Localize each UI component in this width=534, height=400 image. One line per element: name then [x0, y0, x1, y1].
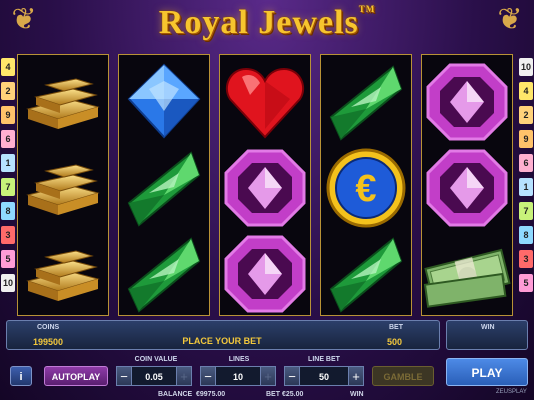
reel-3	[219, 54, 311, 316]
info-bar: COINS 199500 PLACE YOUR BET BET 500	[6, 320, 440, 350]
win-label: WIN	[481, 324, 495, 331]
line-bet-plus-button[interactable]: +	[348, 366, 364, 386]
bet-label: BET	[389, 324, 403, 331]
autoplay-button[interactable]: AUTOPLAY	[44, 366, 108, 386]
payline-right-7: 7	[519, 202, 533, 220]
brand-logo: ZEUSPLAY	[496, 389, 527, 395]
reel-4: €	[320, 54, 412, 316]
blue-diamond-icon	[119, 59, 209, 145]
payline-left-4: 4	[1, 58, 15, 76]
payline-left-8: 8	[1, 202, 15, 220]
green-emerald-icon	[321, 231, 411, 317]
payline-right-2: 2	[519, 106, 533, 124]
purple-gem-icon	[220, 145, 310, 231]
payline-left-7: 7	[1, 178, 15, 196]
play-button[interactable]: PLAY	[446, 358, 528, 386]
payline-right-10: 10	[519, 58, 533, 76]
status-win-label: WIN	[350, 391, 364, 398]
gamble-button[interactable]: GAMBLE	[372, 366, 434, 386]
svg-text:€: €	[355, 168, 376, 210]
green-emerald-icon	[321, 59, 411, 145]
status-bet-label: BET	[266, 391, 280, 398]
payline-right-8: 8	[519, 226, 533, 244]
game-title-text: Royal Jewels	[158, 4, 359, 41]
lines-display: 10	[216, 366, 260, 386]
lines-minus-button[interactable]: −	[200, 366, 216, 386]
gold-bars-icon	[18, 231, 108, 317]
purple-gem-icon	[220, 231, 310, 317]
payline-left-3: 3	[1, 226, 15, 244]
info-button[interactable]: i	[10, 366, 32, 386]
reel-area: €	[17, 54, 517, 316]
purple-gem-icon	[422, 59, 512, 145]
game-title: Royal JewelsTM	[0, 4, 534, 42]
purple-gem-icon	[422, 145, 512, 231]
coins-label: COINS	[37, 324, 60, 331]
balance-value: €9975.00	[196, 391, 226, 398]
reel-5	[421, 54, 513, 316]
payline-left-9: 9	[1, 106, 15, 124]
gold-bars-icon	[18, 59, 108, 145]
coin-value-label: COIN VALUE	[134, 356, 178, 363]
cash-stack-icon	[422, 231, 512, 317]
payline-right-3: 3	[519, 250, 533, 268]
coins-value: 199500	[33, 337, 64, 347]
payline-right-1: 1	[519, 178, 533, 196]
coin-value-minus-button[interactable]: −	[116, 366, 132, 386]
green-emerald-icon	[119, 145, 209, 231]
euro-coin-icon: €	[321, 145, 411, 231]
red-heart-icon	[220, 59, 310, 145]
lines-plus-button[interactable]: +	[260, 366, 276, 386]
line-bet-display: 50	[300, 366, 348, 386]
coin-value-display: 0.05	[132, 366, 176, 386]
coin-value-plus-button[interactable]: +	[176, 366, 192, 386]
payline-indicators-right: 10 4 2 9 6 1 7 8 3 5	[519, 58, 533, 298]
payline-left-2: 2	[1, 82, 15, 100]
payline-right-4: 4	[519, 82, 533, 100]
line-bet-label: LINE BET	[308, 356, 340, 363]
payline-indicators-left: 4 2 9 6 1 7 8 3 5 10	[1, 58, 15, 298]
payline-right-6: 6	[519, 154, 533, 172]
payline-right-5: 5	[519, 274, 533, 292]
reel-1	[17, 54, 109, 316]
reel-2	[118, 54, 210, 316]
status-message: PLACE YOUR BET	[182, 336, 262, 346]
payline-left-5: 5	[1, 250, 15, 268]
line-bet-minus-button[interactable]: −	[284, 366, 300, 386]
payline-left-1: 1	[1, 154, 15, 172]
payline-left-10: 10	[1, 274, 15, 292]
status-bet-value: €25.00	[282, 391, 304, 398]
win-box: WIN	[446, 320, 528, 350]
green-emerald-icon	[119, 231, 209, 317]
bet-value: 500	[387, 337, 403, 347]
trademark: TM	[358, 4, 376, 14]
lines-label: LINES	[228, 356, 250, 363]
balance-label: BALANCE	[158, 391, 193, 398]
payline-left-6: 6	[1, 130, 15, 148]
gold-bars-icon	[18, 145, 108, 231]
payline-right-9: 9	[519, 130, 533, 148]
